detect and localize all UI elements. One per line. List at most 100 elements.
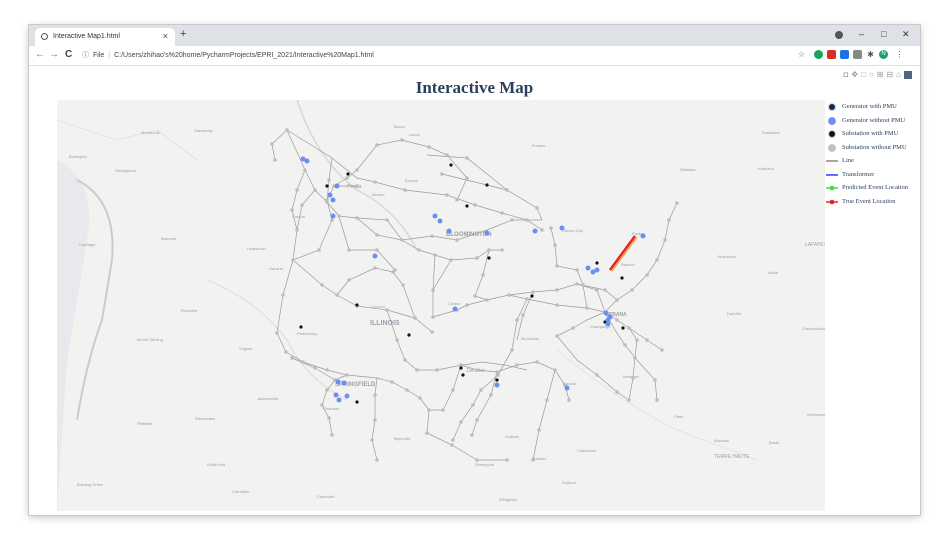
substation-node[interactable] (430, 234, 434, 238)
generator-node[interactable] (432, 213, 438, 219)
substation-node[interactable] (435, 368, 439, 372)
generator-node[interactable] (484, 230, 490, 236)
generator-node[interactable] (333, 392, 339, 398)
generator-node[interactable] (372, 253, 378, 259)
legend-item[interactable]: Generator with PMU (824, 101, 919, 115)
substation-node[interactable] (281, 293, 285, 297)
substation-node[interactable] (555, 334, 559, 338)
substation-node[interactable] (655, 398, 659, 402)
generator-node[interactable] (607, 314, 613, 320)
substation-node[interactable] (355, 184, 359, 188)
substation-node[interactable] (405, 388, 409, 392)
substation-node[interactable] (440, 172, 444, 176)
substation-node[interactable] (630, 288, 634, 292)
substation-node[interactable] (633, 356, 637, 360)
substation-node[interactable] (515, 363, 519, 367)
close-window-button[interactable]: ✕ (902, 29, 910, 40)
generator-node[interactable] (344, 393, 350, 399)
substation-node[interactable] (275, 331, 279, 335)
substation-node[interactable] (325, 388, 329, 392)
generator-node[interactable] (564, 385, 570, 391)
substation-pmu-node[interactable] (346, 172, 350, 176)
generator-node[interactable] (330, 213, 336, 219)
generator-node[interactable] (437, 218, 443, 224)
substation-node[interactable] (373, 418, 377, 422)
substation-node[interactable] (500, 211, 504, 215)
substation-node[interactable] (485, 298, 489, 302)
substation-node[interactable] (531, 458, 535, 462)
puzzle-icon[interactable]: ✱ (866, 50, 875, 59)
substation-node[interactable] (555, 288, 559, 292)
substation-node[interactable] (273, 158, 277, 162)
substation-node[interactable] (521, 313, 525, 317)
substation-node[interactable] (645, 273, 649, 277)
legend-item[interactable]: Transformer (824, 169, 919, 183)
substation-node[interactable] (325, 368, 329, 372)
info-icon[interactable]: ⓘ (82, 52, 89, 59)
substation-node[interactable] (451, 388, 455, 392)
back-button[interactable]: ← (35, 49, 45, 60)
substation-node[interactable] (553, 243, 557, 247)
substation-node[interactable] (441, 408, 445, 412)
substation-node[interactable] (301, 360, 305, 364)
substation-node[interactable] (507, 293, 511, 297)
substation-node[interactable] (645, 338, 649, 342)
substation-node[interactable] (295, 188, 299, 192)
generator-node[interactable] (341, 380, 347, 386)
generator-node[interactable] (559, 225, 565, 231)
generator-node[interactable] (336, 397, 342, 403)
substation-pmu-node[interactable] (620, 276, 624, 280)
substation-node[interactable] (505, 458, 509, 462)
substation-pmu-node[interactable] (407, 333, 411, 337)
generator-node[interactable] (452, 306, 458, 312)
substation-node[interactable] (470, 433, 474, 437)
substation-node[interactable] (575, 282, 579, 286)
substation-node[interactable] (627, 398, 631, 402)
substation-node[interactable] (415, 368, 419, 372)
generator-node[interactable] (594, 267, 600, 273)
substation-node[interactable] (535, 360, 539, 364)
generator-node[interactable] (330, 197, 336, 203)
substation-node[interactable] (325, 198, 329, 202)
substation-node[interactable] (635, 338, 639, 342)
substation-node[interactable] (347, 248, 351, 252)
generator-node[interactable] (585, 265, 591, 271)
substation-node[interactable] (430, 330, 434, 334)
browser-tab[interactable]: Interactive Map1.html × (35, 28, 175, 46)
menu-kebab-icon[interactable]: ⋮ (895, 50, 904, 59)
substation-node[interactable] (320, 283, 324, 287)
substation-node[interactable] (451, 438, 455, 442)
map-canvas[interactable]: BLOOMINGTONILLINOISSPRINGFIELDURBANALAFA… (57, 100, 825, 511)
substation-node[interactable] (510, 218, 514, 222)
substation-node[interactable] (320, 403, 324, 407)
substation-pmu-node[interactable] (449, 163, 453, 167)
substation-node[interactable] (655, 258, 659, 262)
substation-node[interactable] (585, 306, 589, 310)
substation-node[interactable] (327, 178, 331, 182)
substation-node[interactable] (375, 143, 379, 147)
substation-node[interactable] (431, 315, 435, 319)
substation-node[interactable] (300, 203, 304, 207)
substation-node[interactable] (431, 288, 435, 292)
substation-pmu-node[interactable] (461, 373, 465, 377)
substation-node[interactable] (475, 368, 479, 372)
substation-node[interactable] (370, 438, 374, 442)
substation-node[interactable] (537, 428, 541, 432)
forward-button[interactable]: → (49, 49, 59, 60)
substation-node[interactable] (295, 228, 299, 232)
substation-node[interactable] (337, 214, 341, 218)
substation-node[interactable] (487, 248, 491, 252)
substation-node[interactable] (290, 356, 294, 360)
substation-node[interactable] (395, 338, 399, 342)
substation-node[interactable] (567, 398, 571, 402)
substation-node[interactable] (553, 368, 557, 372)
substation-node[interactable] (515, 318, 519, 322)
substation-node[interactable] (425, 431, 429, 435)
substation-node[interactable] (330, 218, 334, 222)
maximize-button[interactable]: □ (881, 29, 886, 39)
substation-node[interactable] (285, 128, 289, 132)
substation-node[interactable] (345, 373, 349, 377)
substation-node[interactable] (290, 208, 294, 212)
substation-node[interactable] (535, 206, 539, 210)
substation-node[interactable] (445, 193, 449, 197)
